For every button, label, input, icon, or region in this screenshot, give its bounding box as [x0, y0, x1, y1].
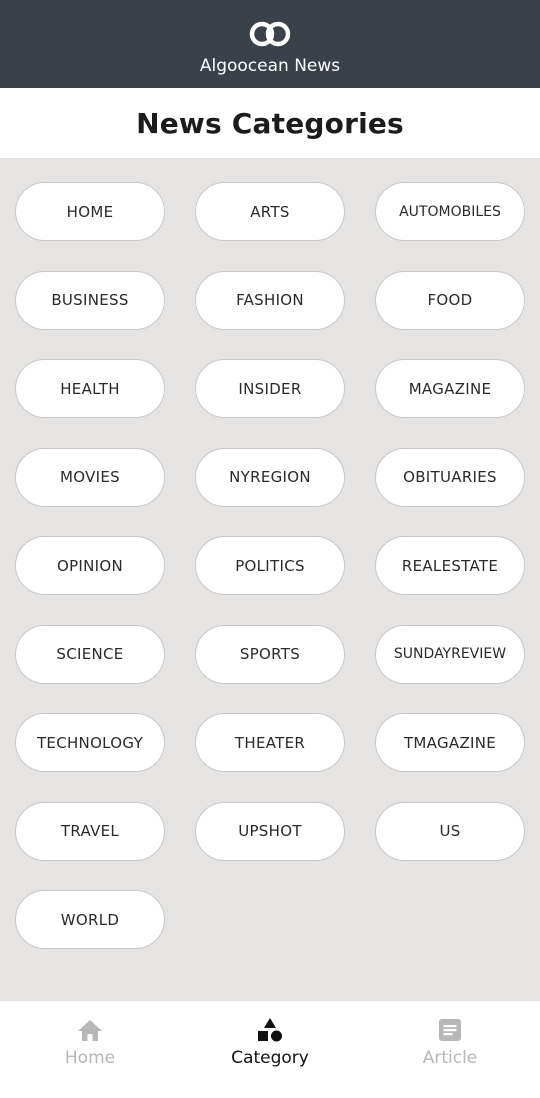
nav-item-category[interactable]: Category [180, 1001, 360, 1098]
category-chip-movies[interactable]: MOVIES [15, 447, 165, 507]
category-chip-obituaries[interactable]: OBITUARIES [375, 447, 525, 507]
category-chip-opinion[interactable]: OPINION [15, 536, 165, 595]
category-chip-insider[interactable]: INSIDER [195, 359, 345, 418]
category-chip-home[interactable]: HOME [15, 182, 165, 241]
home-icon [78, 1020, 102, 1041]
nav-item-home[interactable]: Home [0, 1001, 180, 1098]
nav-label-home: Home [64, 1048, 116, 1068]
bottom-navigation: Home Category Article [0, 1000, 540, 1098]
app-header: Algoocean News [0, 0, 540, 88]
app-title: Algoocean News [199, 56, 341, 76]
category-chip-arts[interactable]: ARTS [195, 182, 345, 241]
category-chip-automobiles[interactable]: AUTOMOBILES [375, 182, 525, 241]
category-chip-travel[interactable]: TRAVEL [15, 801, 165, 861]
article-icon [439, 1019, 461, 1041]
category-chip-realestate[interactable]: REALESTATE [375, 536, 525, 595]
page-title: News Categories [136, 106, 404, 140]
category-chip-world[interactable]: WORLD [15, 890, 165, 949]
category-chip-sports[interactable]: SPORTS [195, 624, 345, 684]
category-chip-tmagazine[interactable]: TMAGAZINE [375, 713, 525, 772]
page-title-bar: News Categories [0, 88, 540, 158]
category-chip-science[interactable]: SCIENCE [15, 624, 165, 684]
category-chip-food[interactable]: FOOD [375, 270, 525, 330]
category-grid: HOME ARTS AUTOMOBILES BUSINESS FASHION FOOD HE… [15, 182, 525, 949]
category-chip-fashion[interactable]: FASHION [195, 270, 345, 330]
app-logo-icon [249, 21, 291, 47]
nav-label-category: Category [231, 1048, 309, 1068]
category-chip-business[interactable]: BUSINESS [15, 270, 165, 330]
category-chip-politics[interactable]: POLITICS [195, 536, 345, 595]
category-chip-magazine[interactable]: MAGAZINE [375, 359, 525, 418]
category-list: HOME ARTS AUTOMOBILES BUSINESS FASHION FOOD HE… [0, 158, 540, 1000]
category-chip-upshot[interactable]: UPSHOT [195, 801, 345, 861]
shapes-icon [258, 1018, 282, 1042]
nav-item-article[interactable]: Article [360, 1001, 540, 1098]
category-chip-nyregion[interactable]: NYREGION [195, 447, 345, 507]
category-chip-sundayreview[interactable]: SUNDAYREVIEW [375, 624, 525, 684]
category-chip-health[interactable]: HEALTH [15, 359, 165, 418]
category-chip-theater[interactable]: THEATER [195, 713, 345, 772]
category-chip-technology[interactable]: TECHNOLOGY [15, 713, 165, 772]
nav-label-article: Article [422, 1048, 478, 1068]
category-chip-us[interactable]: US [375, 801, 525, 861]
